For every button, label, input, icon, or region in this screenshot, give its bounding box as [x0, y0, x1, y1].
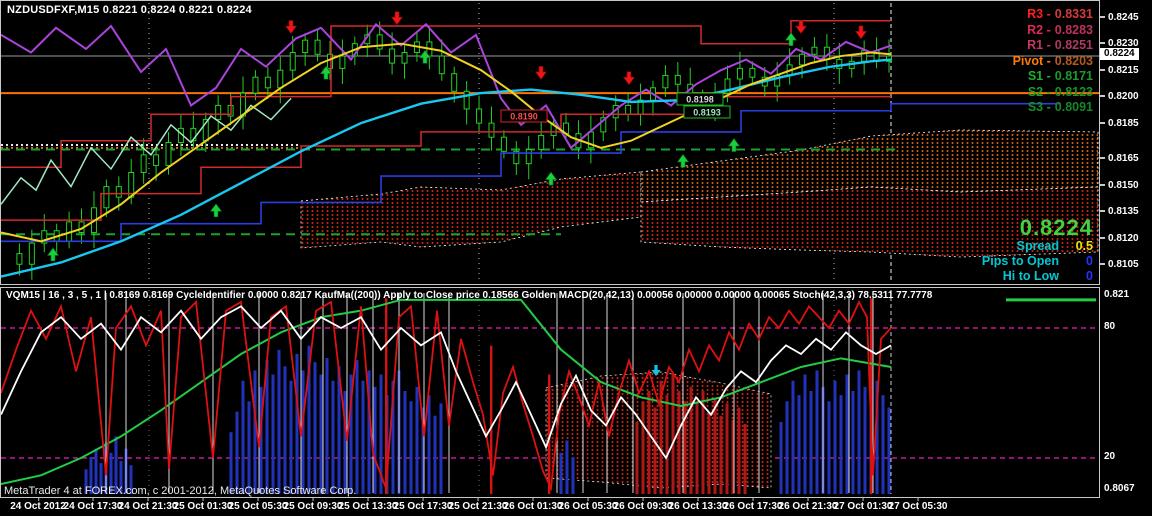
- time-label: 24 Oct 21:30: [118, 498, 178, 512]
- main-chart-canvas[interactable]: 0.8198 0.8193 0.8190: [1, 1, 1099, 284]
- indicator-tick: 20: [1104, 451, 1116, 462]
- price-tick: 0.8135: [1100, 206, 1139, 217]
- price-tick: 0.8120: [1100, 233, 1139, 244]
- pivot-row-s3: S3 -0.8091: [1013, 100, 1093, 116]
- svg-text:0.8198: 0.8198: [686, 95, 714, 105]
- time-label: 26 Oct 09:30: [613, 498, 673, 512]
- spread-label: Spread: [1016, 239, 1059, 253]
- pivot-row-r3: R3 -0.8331: [1013, 7, 1093, 23]
- pivot-row-s1: S1 -0.8171: [1013, 69, 1093, 85]
- svg-text:0.8190: 0.8190: [510, 112, 538, 122]
- pivot-label: R2 -: [1027, 22, 1051, 37]
- pivot-value: 0.8123: [1054, 84, 1093, 99]
- pivot-label: S1 -: [1027, 69, 1051, 83]
- indicator-panel[interactable]: VQM15 | 16 , 3 , 5 , 1 | 0.8169 0.8169 C…: [0, 287, 1100, 498]
- main-price-axis: 0.8224 0.8245 0.8230 0.8215 0.8200 0.8185 0.8…: [1100, 0, 1152, 285]
- pivot-row-r2: R2 -0.8283: [1013, 23, 1093, 39]
- pivot-label: Pivot -: [1012, 53, 1051, 68]
- hilo-value: 0: [1086, 269, 1093, 283]
- spread-value: 0.5: [1075, 239, 1093, 253]
- pivot-value: 0.8091: [1054, 100, 1093, 114]
- indicator-price-axis: 0.821 80 20 0.8067: [1100, 287, 1152, 498]
- current-price-tag: 0.8224: [1100, 48, 1139, 61]
- pivot-row-r1: R1 -0.8251: [1013, 38, 1093, 54]
- current-price: 0.8224: [1019, 215, 1093, 240]
- time-axis[interactable]: 24 Oct 2012 24 Oct 17:30 24 Oct 21:30 25…: [0, 498, 1152, 516]
- time-label: 25 Oct 01:30: [173, 498, 233, 512]
- indicator-tick: 0.821: [1104, 289, 1130, 300]
- indicator-tick: 80: [1104, 321, 1116, 332]
- price-tick: 0.8105: [1100, 259, 1139, 270]
- time-label: 25 Oct 21:30: [448, 498, 508, 512]
- pips-value: 0: [1086, 254, 1093, 268]
- indicator-tick: 0.8067: [1104, 483, 1135, 494]
- pivot-row-pivot: Pivot -0.8203: [1013, 54, 1093, 70]
- pivot-levels: R3 -0.8331 R2 -0.8283 R1 -0.8251 Pivot -…: [1013, 7, 1093, 116]
- pivot-value: 0.8203: [1054, 53, 1093, 68]
- time-label: 26 Oct 05:30: [558, 498, 618, 512]
- svg-text:0.8193: 0.8193: [693, 108, 721, 118]
- time-label: 24 Oct 2012: [10, 498, 66, 512]
- hilo-row: Hi to Low 0: [982, 269, 1093, 284]
- time-label: 25 Oct 17:30: [393, 498, 453, 512]
- pivot-value: 0.8331: [1054, 7, 1093, 21]
- time-label: 26 Oct 13:30: [668, 498, 728, 512]
- time-label: 27 Oct 05:30: [888, 498, 948, 512]
- pivot-label: S3 -: [1027, 100, 1051, 114]
- mt4-chart-window: 0.8198 0.8193 0.8190 NZDUSDFXF,M15 0.8221 …: [0, 0, 1152, 516]
- price-tick: 0.8215: [1100, 65, 1139, 76]
- time-label: 26 Oct 17:30: [723, 498, 783, 512]
- copyright-text: MetaTrader 4 at FOREX.com, c 2001-2012, …: [4, 485, 357, 497]
- hilo-label: Hi to Low: [1002, 269, 1059, 283]
- pivot-row-s2: S2 -0.8123: [1013, 85, 1093, 101]
- price-tick: 0.8150: [1100, 180, 1139, 191]
- time-label: 24 Oct 17:30: [63, 498, 123, 512]
- time-label: 27 Oct 01:30: [833, 498, 893, 512]
- price-tick: 0.8185: [1100, 118, 1139, 129]
- price-tick: 0.8245: [1100, 12, 1139, 23]
- time-label: 25 Oct 05:30: [228, 498, 288, 512]
- quote-info: 0.8224 Spread 0.5 Pips to Open 0 Hi to Low…: [982, 217, 1093, 284]
- main-chart-panel[interactable]: 0.8198 0.8193 0.8190 NZDUSDFXF,M15 0.8221 …: [0, 0, 1100, 285]
- pivot-value: 0.8251: [1054, 38, 1093, 52]
- indicator-title: VQM15 | 16 , 3 , 5 , 1 | 0.8169 0.8169 C…: [6, 290, 933, 301]
- time-label: 25 Oct 09:30: [283, 498, 343, 512]
- pivot-value: 0.8171: [1054, 69, 1093, 83]
- pivot-label: R1 -: [1027, 38, 1051, 52]
- pips-label: Pips to Open: [981, 254, 1059, 268]
- pips-row: Pips to Open 0: [982, 254, 1093, 269]
- pivot-label: R3 -: [1027, 7, 1051, 21]
- pivot-value: 0.8283: [1054, 22, 1093, 37]
- time-label: 25 Oct 13:30: [338, 498, 398, 512]
- indicator-canvas[interactable]: [1, 288, 1099, 497]
- price-tick: 0.8165: [1100, 153, 1139, 164]
- price-tick: 0.8200: [1100, 91, 1139, 102]
- chart-title: NZDUSDFXF,M15 0.8221 0.8224 0.8221 0.822…: [7, 4, 252, 16]
- spread-row: Spread 0.5: [982, 239, 1093, 254]
- pivot-label: S2 -: [1027, 84, 1051, 99]
- time-label: 26 Oct 21:30: [778, 498, 838, 512]
- time-label: 26 Oct 01:30: [503, 498, 563, 512]
